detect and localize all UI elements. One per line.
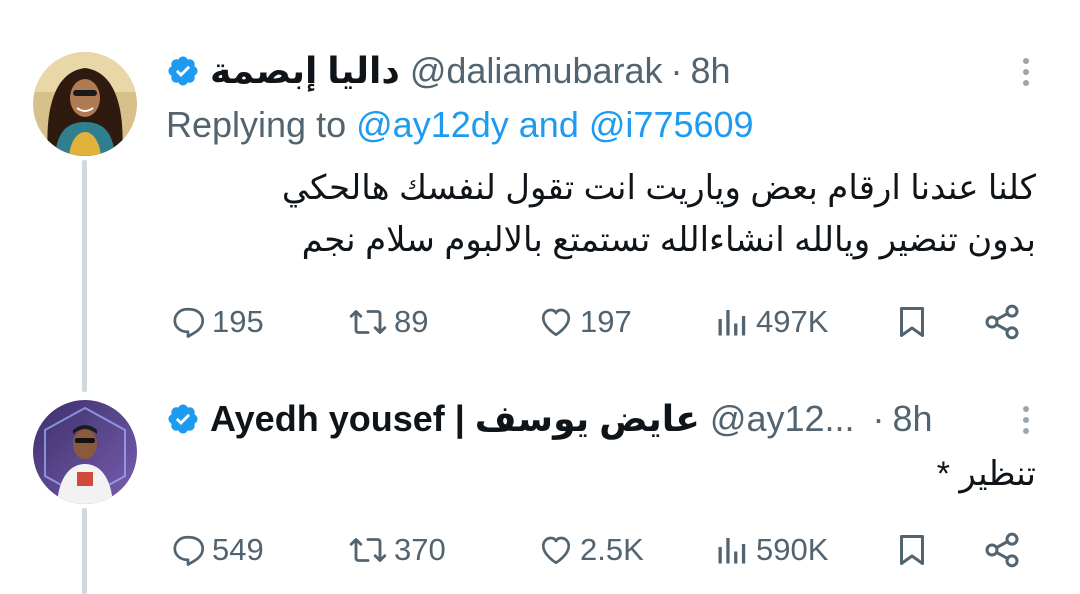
views-bar-chart-icon xyxy=(718,310,746,336)
repost-count: 370 xyxy=(394,532,446,567)
reply-count: 549 xyxy=(212,532,264,567)
display-name[interactable]: داليا إبصمة xyxy=(210,50,400,92)
like-count: 197 xyxy=(580,304,632,339)
tweet-text: كلنا عندنا ارقام بعض وياريت انت تقول لنف… xyxy=(282,162,1036,266)
heart-icon xyxy=(541,536,571,565)
like-button[interactable]: 2.5K xyxy=(538,525,644,575)
action-bar: 195 89 197 497K xyxy=(166,297,1040,347)
more-vertical-icon[interactable] xyxy=(1022,58,1030,86)
tweet-text: تنظير * xyxy=(937,448,1036,500)
avatar-image xyxy=(33,52,137,156)
reply-count: 195 xyxy=(212,304,264,339)
avatar[interactable] xyxy=(33,400,137,504)
replying-to: Replying to @ay12dy and @i775609 xyxy=(166,104,754,146)
timestamp[interactable]: 8h xyxy=(893,398,933,440)
bookmark-icon xyxy=(900,307,924,337)
tweet-header: Ayedh yousef | عايض يوسف @ay12... · 8h xyxy=(166,398,933,440)
bookmark-button[interactable] xyxy=(894,525,930,575)
view-count: 497K xyxy=(756,304,829,339)
bookmark-button[interactable] xyxy=(894,297,930,347)
share-icon xyxy=(985,532,1019,568)
separator-dot: · xyxy=(872,398,885,439)
bookmark-icon xyxy=(900,535,924,565)
views-button[interactable]: 590K xyxy=(714,525,828,575)
views-bar-chart-icon xyxy=(718,538,746,564)
tweet-header: داليا إبصمة @daliamubarak · 8h xyxy=(166,50,731,92)
avatar-image xyxy=(33,400,137,504)
tweet-text-line: تنظير * xyxy=(936,455,1036,493)
thread-line-2 xyxy=(82,508,87,594)
share-button[interactable] xyxy=(982,525,1022,575)
replying-prefix: Replying to xyxy=(166,104,347,145)
mention-link[interactable]: @i775609 xyxy=(589,104,754,145)
tweet-text-line: بدون تنضير ويالله انشاءالله تستمتع بالال… xyxy=(301,221,1036,259)
reply-bubble-icon xyxy=(173,307,205,338)
heart-icon xyxy=(541,308,571,337)
like-count: 2.5K xyxy=(580,532,644,567)
repost-count: 89 xyxy=(394,304,429,339)
view-count: 590K xyxy=(756,532,829,567)
handle[interactable]: @ay12... xyxy=(710,398,855,440)
repost-button[interactable]: 89 xyxy=(348,297,428,347)
repost-button[interactable]: 370 xyxy=(348,525,446,575)
like-button[interactable]: 197 xyxy=(538,297,632,347)
reply-bubble-icon xyxy=(173,535,205,566)
share-icon xyxy=(985,304,1019,340)
verified-badge-icon xyxy=(166,402,200,436)
timestamp[interactable]: 8h xyxy=(691,50,731,92)
separator-dot: · xyxy=(670,50,683,91)
views-button[interactable]: 497K xyxy=(714,297,828,347)
reply-button[interactable]: 195 xyxy=(170,297,264,347)
share-button[interactable] xyxy=(982,297,1022,347)
repost-icon xyxy=(349,310,387,334)
avatar[interactable] xyxy=(33,52,137,156)
handle[interactable]: @daliamubarak xyxy=(410,50,663,92)
replying-and: and xyxy=(518,104,579,145)
display-name[interactable]: Ayedh yousef | عايض يوسف xyxy=(210,398,700,440)
verified-badge-icon xyxy=(166,54,200,88)
tweet-text-line: كلنا عندنا ارقام بعض وياريت انت تقول لنف… xyxy=(281,169,1036,207)
more-vertical-icon[interactable] xyxy=(1022,406,1030,434)
thread-line-1 xyxy=(82,160,87,392)
action-bar: 549 370 2.5K 590K xyxy=(166,525,1040,575)
reply-button[interactable]: 549 xyxy=(170,525,264,575)
mention-link[interactable]: @ay12dy xyxy=(356,104,509,145)
repost-icon xyxy=(349,538,387,562)
